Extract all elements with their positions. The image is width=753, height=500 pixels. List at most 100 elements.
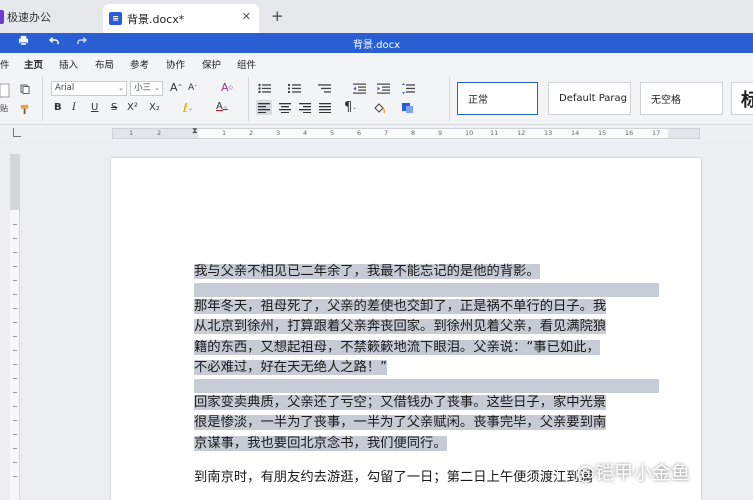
tab-home[interactable]: 极速办公 — [0, 0, 100, 33]
menu-plugins[interactable]: 组件 — [237, 57, 256, 71]
ruler-number: 5 — [330, 129, 335, 137]
format-painter-icon[interactable] — [19, 103, 31, 115]
shrink-font-button[interactable]: Aˇ — [188, 83, 197, 93]
tab-document[interactable]: ≡ 背景.docx* ✕ — [103, 4, 259, 33]
new-tab-icon[interactable]: + — [271, 7, 284, 25]
tab-stop-selector[interactable] — [13, 128, 21, 137]
ruler-tick — [13, 294, 17, 295]
ruler-tick — [13, 420, 17, 421]
ruler-number: 11 — [490, 129, 499, 137]
menu-file[interactable]: 件 — [0, 57, 10, 71]
ruler-number: 8 — [411, 129, 416, 137]
borders-icon[interactable] — [400, 101, 420, 114]
shading-icon[interactable] — [372, 101, 392, 114]
font-size-value: 小三 — [134, 83, 152, 93]
ruler-tick — [13, 476, 17, 477]
vertical-ruler[interactable] — [10, 154, 20, 500]
text-line: 那年冬天，祖母死了，父亲的差使也交卸了，正是祸不单行的日子。我 — [194, 298, 607, 314]
watermark: @铠甲小金鱼 — [576, 458, 690, 485]
close-tab-icon[interactable]: ✕ — [242, 10, 251, 23]
ruler-number: 1 — [222, 129, 227, 137]
watermark-text: @铠甲小金鱼 — [576, 462, 691, 484]
window-title: 背景.docx — [352, 40, 401, 51]
indent-marker-icon[interactable]: ⧗ — [192, 126, 198, 136]
menu-home[interactable]: 主页 — [24, 57, 44, 75]
show-paragraph-marks-button[interactable]: ¶ ⌄ — [344, 100, 357, 115]
multilevel-list-icon[interactable] — [317, 82, 331, 94]
copy-icon[interactable] — [19, 83, 31, 95]
paste-icon[interactable] — [0, 81, 10, 99]
ruler-number: 13 — [544, 129, 553, 137]
document-body[interactable]: 我与父亲不相见已二年余了，我最不能忘记的是他的背影。 那年冬天，祖母死了，父亲的… — [194, 262, 664, 489]
menu-layout[interactable]: 布局 — [95, 57, 114, 71]
text-line: 籍的东西，又想起祖母，不禁簌簌地流下眼泪。父亲说：“事已如此， — [194, 339, 600, 355]
grow-font-label: A — [170, 81, 178, 94]
font-color-button[interactable]: A ⌄ — [216, 101, 228, 112]
ruler-tick — [13, 336, 17, 337]
align-center-button[interactable] — [278, 101, 292, 114]
ruler-number: 17 — [652, 129, 661, 137]
chevron-down-icon: ⌄ — [154, 84, 160, 92]
style-heading[interactable]: 标 — [731, 82, 753, 115]
paragraph-3: 回家变卖典质，父亲还了亏空；又借钱办了丧事。这些日子，家中光景 很是惨淡，一半为… — [194, 393, 664, 455]
font-size-select[interactable]: 小三 ⌄ — [130, 81, 163, 96]
ruler-tick — [13, 434, 17, 435]
strikethrough-button[interactable]: S — [111, 102, 117, 113]
increase-indent-icon[interactable] — [376, 82, 390, 94]
style-no-spacing-label: 无空格 — [651, 95, 681, 106]
font-family-select[interactable]: Arial ⌄ — [51, 81, 127, 96]
ruler-number: 15 — [598, 129, 607, 137]
ribbon-separator — [449, 77, 450, 121]
decrease-indent-icon[interactable] — [352, 82, 366, 94]
italic-button[interactable]: I — [72, 102, 76, 113]
menu-insert[interactable]: 插入 — [59, 57, 78, 71]
horizontal-ruler[interactable]: 1 2 1 2 3 4 5 6 7 8 9 10 11 12 13 14 15 … — [112, 128, 700, 139]
numbered-list-icon[interactable] — [287, 82, 301, 94]
grow-font-button[interactable]: A ^ — [170, 81, 183, 94]
pilcrow-icon: ¶ — [344, 100, 353, 115]
app-logo-icon — [0, 9, 4, 24]
ruler-number: 3 — [276, 129, 281, 137]
ruler-number: 1 — [129, 129, 134, 137]
underline-button[interactable]: U — [91, 102, 98, 113]
highlight-button[interactable]: ℓ ⌄ — [183, 101, 193, 115]
style-no-spacing[interactable]: 无空格 — [640, 82, 723, 115]
ruler-tick — [13, 322, 17, 323]
ruler-number: 16 — [625, 129, 634, 137]
menu-references[interactable]: 参考 — [130, 57, 149, 71]
menu-bar: 件 主页 插入 布局 参考 协作 保护 组件 — [0, 53, 753, 75]
ruler-tick — [13, 462, 17, 463]
ribbon: 贴 Arial ⌄ 小三 ⌄ A ^ Aˇ A ◇ B I U S X² X₂ ℓ ⌄… — [0, 73, 753, 125]
text-line: 到南京时，有朋友约去游逛，勾留了一日；第二日上午便须渡江到浦 — [194, 470, 593, 485]
superscript-button[interactable]: X² — [127, 102, 138, 113]
align-left-button[interactable] — [256, 100, 272, 115]
ruler-tick — [13, 378, 17, 379]
menu-collaborate[interactable]: 协作 — [166, 57, 185, 71]
paragraph-gap — [194, 378, 659, 393]
ruler-tick — [13, 238, 17, 239]
text-line: 从北京到徐州，打算跟着父亲奔丧回家。到徐州见着父亲，看见满院狼 — [194, 319, 607, 334]
text-line: 京谋事，我也要回北京念书，我们便同行。 — [194, 435, 447, 451]
style-normal[interactable]: 正常 — [457, 82, 538, 115]
style-default-paragraph[interactable]: Default Parag — [548, 82, 631, 115]
document-icon: ≡ — [109, 12, 122, 25]
vertical-ruler-margin — [10, 154, 20, 210]
text-line: 我与父亲不相见已二年余了，我最不能忘记的是他的背影。 — [194, 264, 540, 279]
paragraph-1: 我与父亲不相见已二年余了，我最不能忘记的是他的背影。 — [194, 262, 664, 283]
text-line: 很是惨淡，一半为了丧事，一半为了父亲赋闲。丧事完毕，父亲要到南 — [194, 415, 607, 430]
line-spacing-icon[interactable] — [401, 82, 415, 94]
ruler-number: 9 — [438, 129, 443, 137]
menu-protect[interactable]: 保护 — [202, 57, 221, 71]
ruler-number: 6 — [357, 129, 362, 137]
clear-format-button[interactable]: A ◇ — [221, 81, 233, 94]
align-right-button[interactable] — [298, 101, 312, 114]
bullet-list-icon[interactable] — [257, 82, 271, 94]
clear-format-label: A — [221, 81, 229, 94]
font-color-label: A — [216, 101, 223, 112]
ruler-number: 2 — [157, 129, 162, 137]
justify-button[interactable] — [318, 101, 332, 114]
ribbon-separator — [42, 77, 43, 121]
ruler-tick — [13, 364, 17, 365]
bold-button[interactable]: B — [54, 102, 62, 113]
subscript-button[interactable]: X₂ — [149, 102, 160, 113]
